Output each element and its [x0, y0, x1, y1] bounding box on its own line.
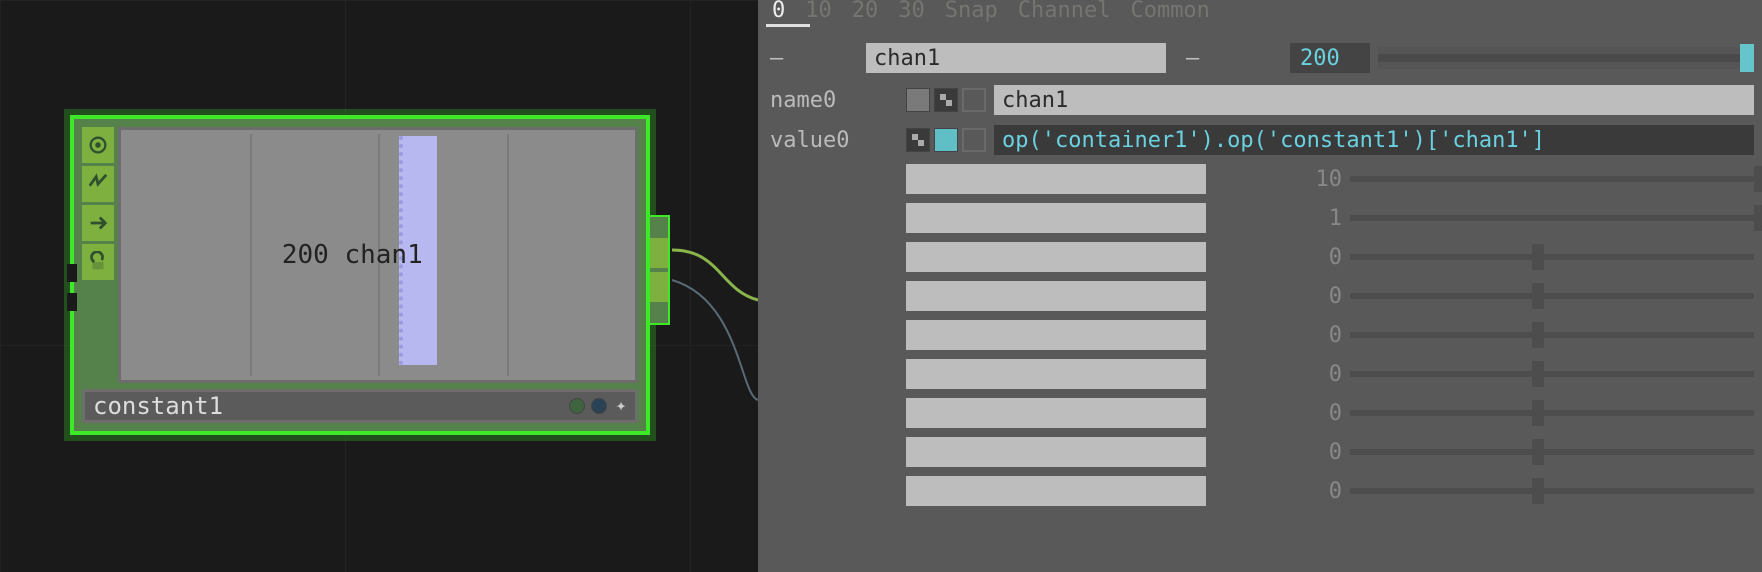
node-name-text: constant1: [93, 392, 223, 420]
channel-value-label: 0: [1282, 362, 1342, 387]
mode-bind-icon[interactable]: [962, 128, 986, 152]
param-label-name0: name0: [758, 88, 898, 113]
tab-common[interactable]: Common: [1130, 0, 1209, 23]
cook-flag-icon[interactable]: [569, 398, 585, 414]
channel-value-slider[interactable]: [1350, 441, 1754, 463]
mode-bind-icon[interactable]: [962, 88, 986, 112]
param-mode-icons: [906, 88, 986, 112]
channel-value-slider[interactable]: [1350, 480, 1754, 502]
chop-viewer[interactable]: 200 chan1: [118, 127, 638, 383]
channel-value-field[interactable]: 200: [1290, 43, 1370, 73]
channel-value-slider[interactable]: [1350, 246, 1754, 268]
mode-expression-icon[interactable]: [934, 128, 958, 152]
extra-channel-row: 0: [758, 355, 1754, 393]
param-label-value0: value0: [758, 128, 898, 153]
extra-channel-row: 0: [758, 238, 1754, 276]
tab-underline: [766, 24, 810, 27]
channel-label: 200 chan1: [282, 240, 423, 270]
channel-name-empty-field[interactable]: [906, 437, 1206, 467]
channel-value-slider[interactable]: [1378, 47, 1754, 69]
bypass-icon[interactable]: [82, 166, 114, 202]
export-icon[interactable]: [82, 205, 114, 241]
tab-30[interactable]: 30: [898, 0, 925, 23]
channel-value-label: 1: [1282, 206, 1342, 231]
channel-value-label: 0: [1282, 401, 1342, 426]
parameter-tabs: 0 10 20 30 Snap Channel Common: [758, 0, 1224, 27]
channel-name-empty-field[interactable]: [906, 281, 1206, 311]
name0-field[interactable]: chan1: [994, 85, 1754, 115]
channel-value-label: 0: [1282, 479, 1342, 504]
channel-name-empty-field[interactable]: [906, 476, 1206, 506]
tab-0[interactable]: 0: [772, 0, 785, 23]
channel-name-field[interactable]: chan1: [866, 43, 1166, 73]
mode-export-icon[interactable]: [934, 88, 958, 112]
param-row-name0: name0 chan1: [758, 82, 1754, 118]
channel-value-label: 0: [1282, 284, 1342, 309]
node-constant1[interactable]: 200 chan1 constant1 ✦: [70, 115, 650, 435]
tab-10[interactable]: 10: [805, 0, 832, 23]
mode-constant-icon[interactable]: [906, 88, 930, 112]
node-flag-column: [82, 127, 114, 383]
node-name-bar[interactable]: constant1 ✦: [82, 389, 638, 423]
extra-channel-row: 10: [758, 160, 1754, 198]
tab-channel[interactable]: Channel: [1018, 0, 1111, 23]
channel-name-empty-field[interactable]: [906, 320, 1206, 350]
collapse-toggle-left[interactable]: —: [758, 46, 818, 71]
parameter-panel: 0 10 20 30 Snap Channel Common — chan1 —…: [758, 0, 1762, 572]
channel-name-empty-field[interactable]: [906, 203, 1206, 233]
input-connector-top[interactable]: [67, 264, 77, 282]
add-flag-icon[interactable]: ✦: [613, 398, 629, 414]
extra-channel-row: 0: [758, 316, 1754, 354]
collapse-toggle-right[interactable]: —: [1174, 46, 1214, 71]
extra-channel-row: 0: [758, 277, 1754, 315]
param-mode-icons: [906, 128, 986, 152]
channel-value-label: 0: [1282, 323, 1342, 348]
header-row: — chan1 — 200: [758, 40, 1754, 76]
extra-channel-row: 1: [758, 199, 1754, 237]
extra-channel-row: 0: [758, 472, 1754, 510]
channel-name-empty-field[interactable]: [906, 164, 1206, 194]
channel-value-label: 0: [1282, 440, 1342, 465]
mode-export-icon[interactable]: [906, 128, 930, 152]
channel-name-empty-field[interactable]: [906, 242, 1206, 272]
channel-value-slider[interactable]: [1350, 285, 1754, 307]
channel-value-slider[interactable]: [1350, 207, 1754, 229]
grid-line: [507, 134, 509, 376]
input-connector-bottom[interactable]: [67, 293, 77, 311]
channel-value-slider[interactable]: [1350, 402, 1754, 424]
channel-value-slider[interactable]: [1350, 363, 1754, 385]
lock-icon[interactable]: [82, 244, 114, 280]
channel-name-empty-field[interactable]: [906, 398, 1206, 428]
extra-channel-row: 0: [758, 394, 1754, 432]
display-flag-icon[interactable]: [591, 398, 607, 414]
param-row-value0: value0 op('container1').op('constant1')[…: [758, 122, 1754, 158]
channel-value-label: 0: [1282, 245, 1342, 270]
output-connector[interactable]: [648, 215, 670, 325]
channel-value-slider[interactable]: [1350, 324, 1754, 346]
grid-line: [250, 134, 252, 376]
channel-value-label: 10: [1282, 167, 1342, 192]
value0-expression-field[interactable]: op('container1').op('constant1')['chan1'…: [994, 125, 1754, 155]
channel-name-empty-field[interactable]: [906, 359, 1206, 389]
channel-value-slider[interactable]: [1350, 168, 1754, 190]
extra-channel-rows: 1010000000: [758, 160, 1754, 572]
viewer-active-icon[interactable]: [82, 127, 114, 163]
extra-channel-row: 0: [758, 433, 1754, 471]
tab-snap[interactable]: Snap: [945, 0, 998, 23]
tab-20[interactable]: 20: [852, 0, 879, 23]
